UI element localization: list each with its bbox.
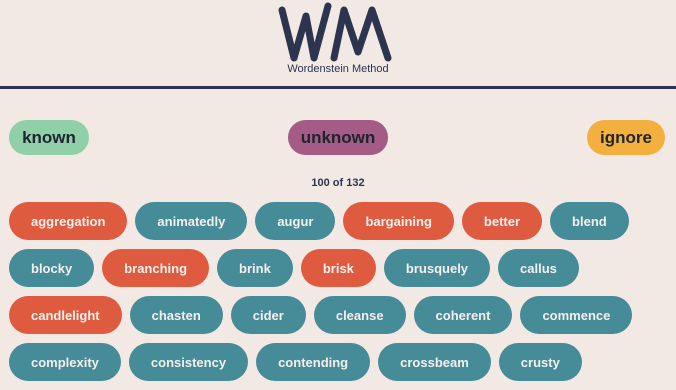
word-row: blocky branching brink brisk brusquely callus [9,249,676,287]
known-button[interactable]: known [9,120,89,155]
word-chip[interactable]: cleanse [313,296,406,334]
word-chip[interactable]: chasten [129,296,223,334]
word-chip[interactable]: bargaining [343,202,454,240]
word-row: complexity consistency contending crossbeam… [9,343,676,381]
word-chip[interactable]: contending [256,343,371,381]
wm-logo-icon [278,2,392,62]
word-row: aggregation animatedly augur bargaining bett… [9,202,676,240]
word-chip[interactable]: commence [520,296,633,334]
word-chip[interactable]: aggregation [9,202,128,240]
word-chip[interactable]: blocky [9,249,95,287]
word-chip[interactable]: crusty [498,343,582,381]
word-row: candlelight chasten cider cleanse coherent co… [9,296,676,334]
word-chip[interactable]: consistency [128,343,249,381]
word-chip[interactable]: coherent [413,296,513,334]
word-chip[interactable]: better [461,202,543,240]
header: Wordenstein Method [0,0,676,89]
word-chip[interactable]: brusquely [383,249,491,287]
word-grid: aggregation animatedly augur bargaining bett… [9,202,676,390]
word-chip[interactable]: branching [102,249,210,287]
word-chip[interactable]: callus [498,249,579,287]
word-chip[interactable]: cider [230,296,306,334]
brand-name: Wordenstein Method [287,63,389,75]
word-chip[interactable]: blend [550,202,629,240]
word-chip[interactable]: brink [217,249,293,287]
word-chip[interactable]: candlelight [9,296,122,334]
word-chip[interactable]: animatedly [135,202,248,240]
ignore-button[interactable]: ignore [587,120,665,155]
word-chip[interactable]: augur [255,202,336,240]
word-chip[interactable]: brisk [300,249,376,287]
word-chip[interactable]: crossbeam [378,343,491,381]
progress-counter: 100 of 132 [311,177,365,189]
unknown-button[interactable]: unknown [288,120,388,155]
header-divider [0,86,676,89]
word-chip[interactable]: complexity [9,343,121,381]
